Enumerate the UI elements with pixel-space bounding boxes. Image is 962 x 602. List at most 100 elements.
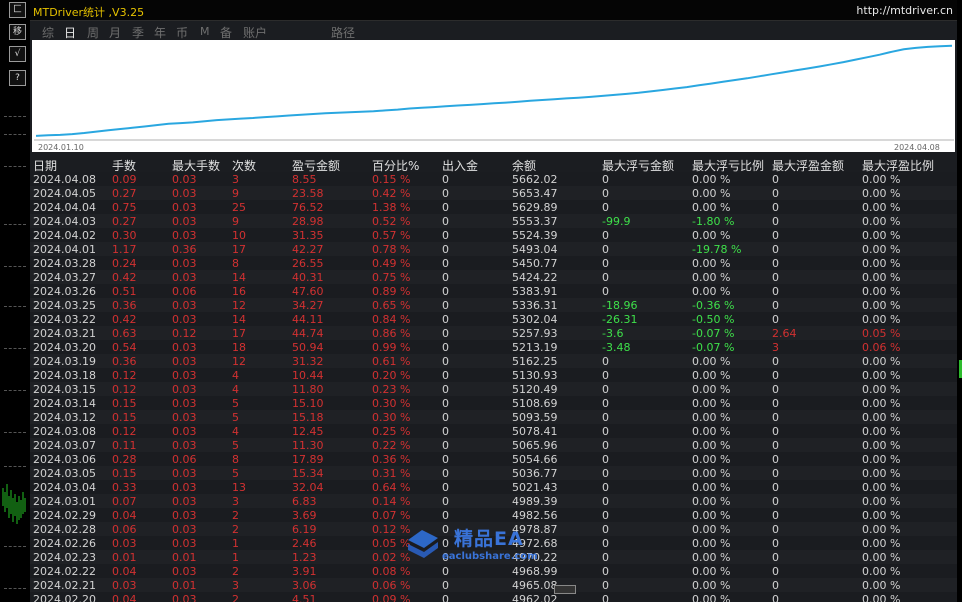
table-row[interactable]: 2024.03.12 0.15 0.03 5 15.18 0.30 % 0 5093.59 0 0…	[30, 410, 957, 424]
table-cell: 0.00 %	[862, 257, 901, 270]
grid-line	[4, 116, 26, 117]
table-cell: 0.24	[112, 257, 137, 270]
tab-note[interactable]: 备	[220, 24, 232, 41]
scroll-handle[interactable]	[554, 585, 576, 594]
table-cell: 2	[232, 509, 239, 522]
table-cell: 0.00 %	[862, 495, 901, 508]
table-cell: 2024.03.25	[33, 299, 96, 312]
table-cell: -18.96	[602, 299, 638, 312]
table-cell: 10	[232, 229, 246, 242]
table-cell: 2024.03.28	[33, 257, 96, 270]
table-cell: 0.00 %	[862, 565, 901, 578]
table-cell: 5036.77	[512, 467, 558, 480]
table-cell: 0.01	[172, 551, 197, 564]
table-row[interactable]: 2024.04.02 0.30 0.03 10 31.35 0.57 % 0 5524.39 0…	[30, 228, 957, 242]
table-row[interactable]: 2024.03.22 0.42 0.03 14 44.11 0.84 % 0 5302.04 -…	[30, 312, 957, 326]
table-cell: 1	[232, 551, 239, 564]
table-cell: 40.31	[292, 271, 324, 284]
table-cell: 5257.93	[512, 327, 558, 340]
table-row[interactable]: 2024.03.15 0.12 0.03 4 11.80 0.23 % 0 5120.49 0 0…	[30, 382, 957, 396]
table-cell: 0.00 %	[692, 537, 731, 550]
table-row[interactable]: 2024.03.28 0.24 0.03 8 26.55 0.49 % 0 5450.77 0 0…	[30, 256, 957, 270]
table-cell: 4965.08	[512, 579, 558, 592]
frame-button[interactable]: 匚	[9, 2, 26, 18]
grid-line	[4, 134, 26, 135]
table-row[interactable]: 2024.04.01 1.17 0.36 17 42.27 0.78 % 0 5493.04 0…	[30, 242, 957, 256]
table-cell: 0	[442, 593, 449, 602]
table-row[interactable]: 2024.03.14 0.15 0.03 5 15.10 0.30 % 0 5108.69 0 0…	[30, 396, 957, 410]
table-row[interactable]: 2024.03.27 0.42 0.03 14 40.31 0.75 % 0 5424.22 0…	[30, 270, 957, 284]
tab-account[interactable]: 账户	[243, 24, 267, 41]
table-cell: 0.00 %	[692, 565, 731, 578]
table-row[interactable]: 2024.02.21 0.03 0.01 3 3.06 0.06 % 0 4965.08 0 0.…	[30, 578, 957, 592]
table-cell: 0.06	[172, 453, 197, 466]
table-cell: -3.48	[602, 341, 631, 354]
tab-year[interactable]: 年	[154, 24, 166, 41]
table-cell: 0	[772, 495, 779, 508]
table-cell: 14	[232, 313, 246, 326]
table-cell: 0.03	[172, 383, 197, 396]
table-cell: 4	[232, 425, 239, 438]
table-cell: 2024.03.18	[33, 369, 96, 382]
table-row[interactable]: 2024.04.04 0.75 0.03 25 76.52 1.38 % 0 5629.89 0…	[30, 200, 957, 214]
table-cell: 9	[232, 187, 239, 200]
table-cell: 5065.96	[512, 439, 558, 452]
table-cell: 5093.59	[512, 411, 558, 424]
table-cell: 0.51	[112, 285, 137, 298]
tab-currency[interactable]: 币	[176, 24, 188, 41]
table-cell: 2024.03.14	[33, 397, 96, 410]
table-row[interactable]: 2024.04.03 0.27 0.03 9 28.98 0.52 % 0 5553.37 -9…	[30, 214, 957, 228]
tab-week[interactable]: 周	[87, 24, 99, 41]
grid-line	[4, 224, 26, 225]
table-row[interactable]: 2024.04.05 0.27 0.03 9 23.58 0.42 % 0 5653.47 0 0…	[30, 186, 957, 200]
table-cell: 0.75	[112, 201, 137, 214]
tab-month[interactable]: 月	[109, 24, 121, 41]
tab-path[interactable]: 路径	[331, 24, 355, 41]
table-row[interactable]: 2024.03.25 0.36 0.03 12 34.27 0.65 % 0 5336.31 -…	[30, 298, 957, 312]
table-cell: 0.20 %	[372, 369, 411, 382]
table-row[interactable]: 2024.03.07 0.11 0.03 5 11.30 0.22 % 0 5065.96 0 0…	[30, 438, 957, 452]
table-cell: 5653.47	[512, 187, 558, 200]
table-row[interactable]: 2024.03.08 0.12 0.03 4 12.45 0.25 % 0 5078.41 0 0…	[30, 424, 957, 438]
table-row[interactable]: 2024.03.26 0.51 0.06 16 47.60 0.89 % 0 5383.91 0…	[30, 284, 957, 298]
table-row[interactable]: 2024.03.05 0.15 0.03 5 15.34 0.31 % 0 5036.77 0 0…	[30, 466, 957, 480]
move-button[interactable]: 移	[9, 24, 26, 40]
table-row[interactable]: 2024.04.08 0.09 0.03 3 8.55 0.15 % 0 5662.02 0 0.…	[30, 172, 957, 186]
table-cell: 0	[772, 299, 779, 312]
table-cell: 0.00 %	[692, 229, 731, 242]
table-row[interactable]: 2024.03.06 0.28 0.06 8 17.89 0.36 % 0 5054.66 0 0…	[30, 452, 957, 466]
table-cell: 0	[602, 411, 609, 424]
table-row[interactable]: 2024.03.18 0.12 0.03 4 10.44 0.20 % 0 5130.93 0 0…	[30, 368, 957, 382]
table-row[interactable]: 2024.02.20 0.04 0.03 2 4.51 0.09 % 0 4962.02 0 0.…	[30, 592, 957, 602]
table-row[interactable]: 2024.03.19 0.36 0.03 12 31.32 0.61 % 0 5162.25 0…	[30, 354, 957, 368]
table-cell: 0.00 %	[862, 215, 901, 228]
table-row[interactable]: 2024.03.01 0.07 0.03 3 6.83 0.14 % 0 4989.39 0 0.…	[30, 494, 957, 508]
table-cell: 0.04	[112, 509, 137, 522]
table-cell: 0.06 %	[862, 341, 901, 354]
tab-day[interactable]: 日	[64, 24, 76, 41]
table-cell: 0.03	[172, 509, 197, 522]
table-cell: 0.00 %	[862, 271, 901, 284]
table-cell: 0	[602, 369, 609, 382]
table-cell: 15.34	[292, 467, 324, 480]
tab-quarter[interactable]: 季	[132, 24, 144, 41]
table-row[interactable]: 2024.03.20 0.54 0.03 18 50.94 0.99 % 0 5213.19 -…	[30, 340, 957, 354]
website-link[interactable]: http://mtdriver.cn	[856, 4, 953, 17]
table-cell: 2024.03.04	[33, 481, 96, 494]
table-cell: 0.05 %	[862, 327, 901, 340]
table-row[interactable]: 2024.03.21 0.63 0.12 17 44.74 0.86 % 0 5257.93 -…	[30, 326, 957, 340]
table-cell: 0	[442, 383, 449, 396]
table-cell: 0.00 %	[862, 243, 901, 256]
help-button[interactable]: ?	[9, 70, 26, 86]
check-button[interactable]: √	[9, 46, 26, 62]
table-row[interactable]: 2024.03.04 0.33 0.03 13 32.04 0.64 % 0 5021.43 0…	[30, 480, 957, 494]
tab-summary[interactable]: 综	[42, 24, 54, 41]
table-cell: 5383.91	[512, 285, 558, 298]
table-cell: 0.03	[172, 215, 197, 228]
table-cell: 0	[602, 523, 609, 536]
table-cell: 0	[442, 495, 449, 508]
tab-magic[interactable]: M	[200, 25, 210, 38]
table-cell: 0.54	[112, 341, 137, 354]
table-cell: 0	[772, 551, 779, 564]
table-row[interactable]: 2024.02.29 0.04 0.03 2 3.69 0.07 % 0 4982.56 0 0.…	[30, 508, 957, 522]
